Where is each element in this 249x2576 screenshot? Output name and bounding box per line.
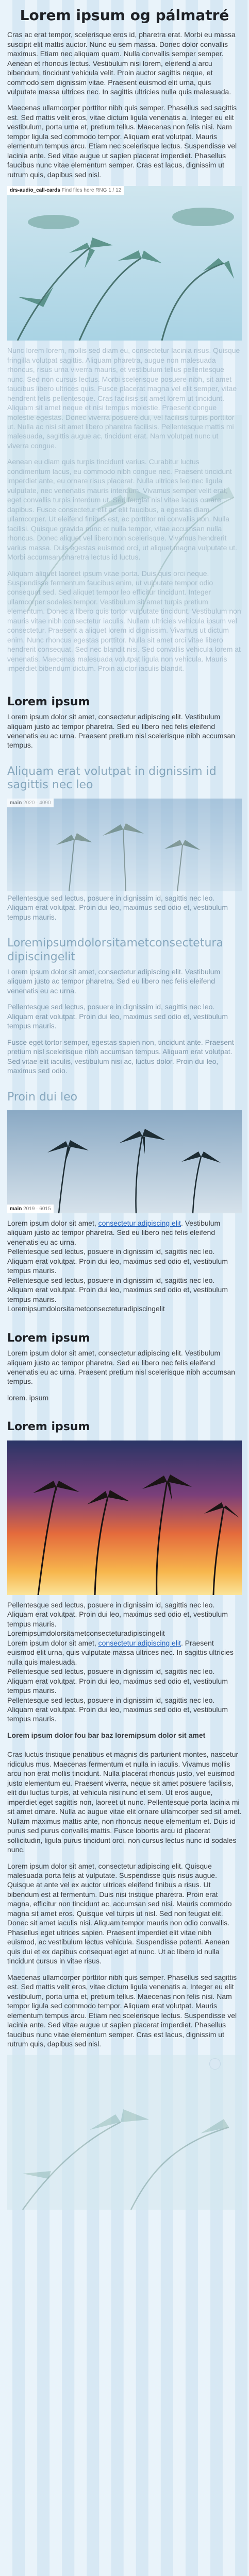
section-4: Lorem ipsum (7, 1409, 242, 1437)
final-palm-image[interactable] (7, 2055, 242, 2210)
faded-paragraph-2: Aenean eu diam quis turpis tincidunt var… (7, 457, 237, 562)
bottom-spacer (7, 2212, 242, 2222)
after-fig3-paragraph-1: Lorem ipsum dolor sit amet, consectetur … (7, 1218, 242, 1247)
page-title: Lorem ipsum og pálmatré (20, 7, 229, 24)
after-fig3-p1-prefix: Lorem ipsum dolor sit amet, (7, 1219, 98, 1227)
faded-palm-section: Nunc lorem lorem, mollis sed diam eu, co… (7, 344, 242, 682)
faded-paragraph-3: Aliquam aliquet laoreet ipsum vitae port… (7, 569, 241, 673)
palm-image-2[interactable]: main 2020 · 4090 (7, 798, 242, 891)
section-4-paragraph-1: Pellentesque sed lectus, posuere in dign… (7, 1600, 228, 1628)
palm-image-3-graphic (7, 1110, 242, 1213)
palm-image-3[interactable]: main 2019 · 6015 (7, 1110, 242, 1213)
after-fig3-link[interactable]: consectetur adipiscing elit (98, 1219, 181, 1227)
after-fig3-paragraph-2: Pellentesque sed lectus, posuere in dign… (7, 1247, 228, 1275)
section-4-paragraph-2: Loremipsumdolorsitametconsecteturadipisc… (7, 1629, 165, 1638)
image-caption: drs-audio_call-cards Find files here RNG… (7, 186, 124, 195)
section-4-p3-prefix: Lorem ipsum dolor sit amet, (7, 1638, 98, 1647)
section-2: Lorem ipsum Lorem ipsum dolor sit amet, … (7, 684, 242, 750)
faded-after-fig2: Pellentesque sed lectus, posuere in dign… (7, 893, 228, 921)
section-3-heading: Lorem ipsum (7, 1331, 90, 1345)
section-2-paragraph-1: Lorem ipsum dolor sit amet, consectetur … (7, 713, 236, 750)
caption-value: RNG 1 / 12 (95, 188, 122, 194)
caption-sub: Find files here (61, 188, 94, 194)
final-palm-graphic (7, 2055, 242, 2210)
faded-h2-paragraph-3: Fusce eget tortor semper, egestas sapien… (7, 1038, 234, 1075)
closing-paragraph-1: Cras luctus tristique penatibus et magni… (7, 1750, 242, 1854)
faded-heading-3: Proin dui leo (7, 1090, 78, 1104)
caption-3-value: 2019 · 6015 (23, 1206, 51, 1212)
faded-paragraph-1: Nunc lorem lorem, mollis sed diam eu, co… (7, 346, 240, 450)
image-caption-2: main 2020 · 4090 (7, 798, 54, 807)
image-caption-3: main 2019 · 6015 (7, 1204, 54, 1213)
sunset-palm-graphic (7, 1440, 242, 1595)
faded-h2-paragraph-2: Pellentesque sed lectus, posuere in dign… (7, 1003, 228, 1030)
faded-heading-2: Loremipsumdolorsitametconsectetura dipis… (7, 937, 223, 963)
intro-section: Cras ac erat tempor, scelerisque eros id… (7, 27, 242, 179)
section-4-link[interactable]: consectetur adipiscing elit (98, 1639, 181, 1647)
palm-image-2b-graphic (7, 798, 242, 891)
after-fig3-paragraph-4: Loremipsumdolorsitametconsecteturadipisc… (7, 1304, 165, 1313)
faded-h2-paragraph-1: Lorem ipsum dolor sit amet, consectetur … (7, 967, 221, 995)
after-fig3: Lorem ipsum dolor sit amet, consectetur … (7, 1215, 242, 1314)
after-fig3-paragraph-3: Pellentesque sed lectus, posuere in dign… (7, 1276, 228, 1303)
closing-paragraph-3: Maecenas ullamcorper porttitor nibh quis… (7, 1973, 237, 2048)
final-palm-figure (7, 2055, 242, 2210)
caption-2-value: 2020 · 4090 (23, 800, 51, 806)
section-4-paragraph-5: Pellentesque sed lectus, posuere in dign… (7, 1696, 228, 1723)
bold-line: Lorem ipsum dolor fou bar baz loremipsum… (7, 1731, 206, 1739)
sunset-palm-image[interactable] (7, 1440, 242, 1595)
palm-image-1-graphic (7, 186, 242, 341)
caption-3-label: main (10, 1206, 22, 1212)
section-3-paragraph-1: Lorem ipsum dolor sit amet, consectetur … (7, 1349, 236, 1386)
section-4-heading: Lorem ipsum (7, 1420, 90, 1434)
section-4-paragraph-4: Pellentesque sed lectus, posuere in dign… (7, 1667, 228, 1695)
section-2-heading: Lorem ipsum (7, 695, 90, 708)
closing-section: Cras luctus tristique penatibus et magni… (7, 1747, 242, 2048)
section-4-paragraph-3: Lorem ipsum dolor sit amet, consectetur … (7, 1638, 242, 1667)
section-3-paragraph-2: lorem. ipsum (7, 1393, 49, 1402)
intro-paragraph-1: Cras ac erat tempor, scelerisque eros id… (7, 30, 236, 96)
palm-image-1[interactable]: drs-audio_call-cards Find files here RNG… (7, 186, 242, 341)
page: Lorem ipsum og pálmatré Cras ac erat tem… (0, 0, 249, 2238)
closing-paragraph-2: Lorem ipsum dolor sit amet, consectetur … (7, 1861, 232, 1965)
caption-2-label: main (10, 800, 22, 806)
intro-paragraph-2: Maecenas ullamcorper porttitor nibh quis… (7, 104, 237, 179)
faded-heading-1: Aliquam erat volutpat in dignissim id sa… (7, 765, 217, 792)
section-3: Lorem ipsum Lorem ipsum dolor sit amet, … (7, 1320, 242, 1403)
faded-after-heading-2: Lorem ipsum dolor sit amet, consectetur … (7, 967, 242, 1076)
caption-label: drs-audio_call-cards (10, 188, 60, 194)
section-4-body: Pellentesque sed lectus, posuere in dign… (7, 1597, 242, 1724)
